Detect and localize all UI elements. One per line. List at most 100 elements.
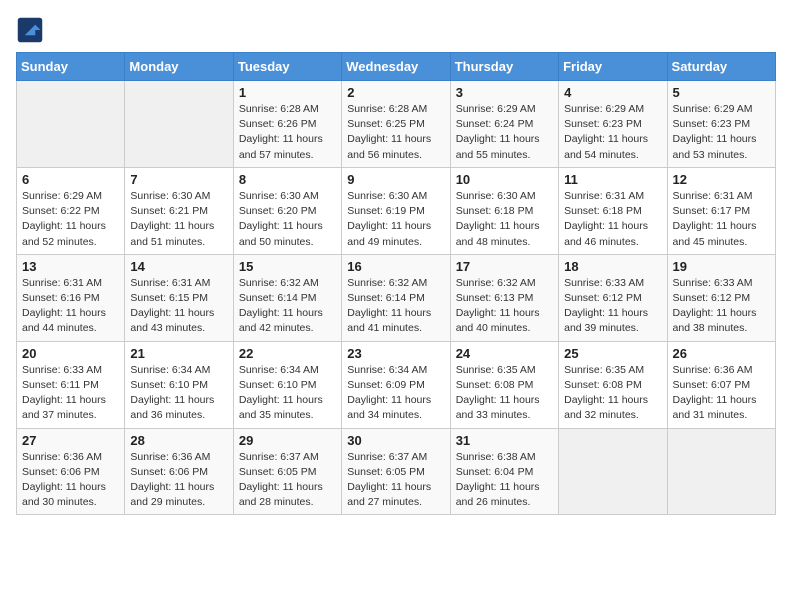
day-number: 22 — [239, 346, 336, 361]
day-number: 4 — [564, 85, 661, 100]
day-number: 12 — [673, 172, 770, 187]
calendar-cell: 16 Sunrise: 6:32 AMSunset: 6:14 PMDayligh… — [342, 254, 450, 341]
day-header-monday: Monday — [125, 53, 233, 81]
day-number: 1 — [239, 85, 336, 100]
day-number: 3 — [456, 85, 553, 100]
calendar-cell: 4 Sunrise: 6:29 AMSunset: 6:23 PMDaylight… — [559, 81, 667, 168]
day-number: 11 — [564, 172, 661, 187]
calendar-cell: 12Sunrise: 6:31 AMSunset: 6:17 PMDayligh… — [667, 167, 775, 254]
day-number: 26 — [673, 346, 770, 361]
calendar-week-1: 1Sunrise: 6:28 AMSunset: 6:26 PMDaylight… — [17, 81, 776, 168]
calendar-cell: 21Sunrise: 6:34 AMSunset: 6:10 PMDayligh… — [125, 341, 233, 428]
calendar-cell: 19 Sunrise: 6:33 AMSunset: 6:12 PMDayligh… — [667, 254, 775, 341]
day-number: 9 — [347, 172, 444, 187]
page-header — [16, 16, 776, 44]
day-number: 17 — [456, 259, 553, 274]
calendar-cell — [125, 81, 233, 168]
day-number: 28 — [130, 433, 227, 448]
calendar-cell: 11Sunrise: 6:31 AMSunset: 6:18 PMDayligh… — [559, 167, 667, 254]
day-number: 27 — [22, 433, 119, 448]
calendar-cell: 24 Sunrise: 6:35 AMSunset: 6:08 PMDayligh… — [450, 341, 558, 428]
calendar-cell — [17, 81, 125, 168]
day-info: Sunrise: 6:35 AMSunset: 6:08 PMDaylight:… — [456, 363, 553, 424]
day-info: Sunrise: 6:31 AMSunset: 6:15 PMDaylight:… — [130, 276, 227, 337]
calendar-cell: 3 Sunrise: 6:29 AMSunset: 6:24 PMDaylight… — [450, 81, 558, 168]
calendar-cell: 20 Sunrise: 6:33 AMSunset: 6:11 PMDayligh… — [17, 341, 125, 428]
day-number: 18 — [564, 259, 661, 274]
calendar-cell: 13 Sunrise: 6:31 AMSunset: 6:16 PMDayligh… — [17, 254, 125, 341]
calendar-cell: 22 Sunrise: 6:34 AMSunset: 6:10 PMDayligh… — [233, 341, 341, 428]
calendar-cell: 9 Sunrise: 6:30 AMSunset: 6:19 PMDaylight… — [342, 167, 450, 254]
calendar-week-3: 13 Sunrise: 6:31 AMSunset: 6:16 PMDayligh… — [17, 254, 776, 341]
day-info: Sunrise: 6:32 AMSunset: 6:13 PMDaylight:… — [456, 276, 553, 337]
day-info: Sunrise: 6:29 AMSunset: 6:24 PMDaylight:… — [456, 102, 553, 163]
calendar-cell — [559, 428, 667, 515]
calendar-cell: 23 Sunrise: 6:34 AMSunset: 6:09 PMDayligh… — [342, 341, 450, 428]
logo — [16, 16, 48, 44]
day-number: 29 — [239, 433, 336, 448]
day-number: 6 — [22, 172, 119, 187]
day-info: Sunrise: 6:34 AMSunset: 6:10 PMDaylight:… — [130, 363, 227, 424]
day-info: Sunrise: 6:29 AMSunset: 6:23 PMDaylight:… — [673, 102, 770, 163]
calendar-cell: 17 Sunrise: 6:32 AMSunset: 6:13 PMDayligh… — [450, 254, 558, 341]
calendar-table: SundayMondayTuesdayWednesdayThursdayFrid… — [16, 52, 776, 515]
day-number: 5 — [673, 85, 770, 100]
day-number: 14 — [130, 259, 227, 274]
day-info: Sunrise: 6:34 AMSunset: 6:09 PMDaylight:… — [347, 363, 444, 424]
day-info: Sunrise: 6:36 AMSunset: 6:07 PMDaylight:… — [673, 363, 770, 424]
calendar-cell: 27 Sunrise: 6:36 AMSunset: 6:06 PMDayligh… — [17, 428, 125, 515]
day-number: 7 — [130, 172, 227, 187]
calendar-cell — [667, 428, 775, 515]
calendar-cell: 15 Sunrise: 6:32 AMSunset: 6:14 PMDayligh… — [233, 254, 341, 341]
calendar-cell: 7 Sunrise: 6:30 AMSunset: 6:21 PMDaylight… — [125, 167, 233, 254]
day-number: 15 — [239, 259, 336, 274]
day-info: Sunrise: 6:30 AMSunset: 6:21 PMDaylight:… — [130, 189, 227, 250]
day-info: Sunrise: 6:36 AMSunset: 6:06 PMDaylight:… — [22, 450, 119, 511]
day-info: Sunrise: 6:30 AMSunset: 6:18 PMDaylight:… — [456, 189, 553, 250]
calendar-cell: 5 Sunrise: 6:29 AMSunset: 6:23 PMDaylight… — [667, 81, 775, 168]
day-header-saturday: Saturday — [667, 53, 775, 81]
calendar-cell: 6 Sunrise: 6:29 AMSunset: 6:22 PMDaylight… — [17, 167, 125, 254]
day-header-friday: Friday — [559, 53, 667, 81]
calendar-cell: 26 Sunrise: 6:36 AMSunset: 6:07 PMDayligh… — [667, 341, 775, 428]
day-number: 24 — [456, 346, 553, 361]
day-info: Sunrise: 6:30 AMSunset: 6:20 PMDaylight:… — [239, 189, 336, 250]
day-info: Sunrise: 6:30 AMSunset: 6:19 PMDaylight:… — [347, 189, 444, 250]
day-number: 20 — [22, 346, 119, 361]
calendar-cell: 2Sunrise: 6:28 AMSunset: 6:25 PMDaylight… — [342, 81, 450, 168]
calendar-cell: 14 Sunrise: 6:31 AMSunset: 6:15 PMDayligh… — [125, 254, 233, 341]
day-info: Sunrise: 6:29 AMSunset: 6:22 PMDaylight:… — [22, 189, 119, 250]
calendar-week-4: 20 Sunrise: 6:33 AMSunset: 6:11 PMDayligh… — [17, 341, 776, 428]
calendar-cell: 10Sunrise: 6:30 AMSunset: 6:18 PMDayligh… — [450, 167, 558, 254]
day-info: Sunrise: 6:31 AMSunset: 6:16 PMDaylight:… — [22, 276, 119, 337]
calendar-week-5: 27 Sunrise: 6:36 AMSunset: 6:06 PMDayligh… — [17, 428, 776, 515]
day-header-sunday: Sunday — [17, 53, 125, 81]
calendar-cell: 1Sunrise: 6:28 AMSunset: 6:26 PMDaylight… — [233, 81, 341, 168]
calendar-cell: 28 Sunrise: 6:36 AMSunset: 6:06 PMDayligh… — [125, 428, 233, 515]
day-info: Sunrise: 6:32 AMSunset: 6:14 PMDaylight:… — [347, 276, 444, 337]
day-number: 19 — [673, 259, 770, 274]
day-info: Sunrise: 6:38 AMSunset: 6:04 PMDaylight:… — [456, 450, 553, 511]
day-info: Sunrise: 6:37 AMSunset: 6:05 PMDaylight:… — [347, 450, 444, 511]
day-info: Sunrise: 6:29 AMSunset: 6:23 PMDaylight:… — [564, 102, 661, 163]
day-number: 23 — [347, 346, 444, 361]
day-header-thursday: Thursday — [450, 53, 558, 81]
calendar-cell: 31 Sunrise: 6:38 AMSunset: 6:04 PMDayligh… — [450, 428, 558, 515]
day-info: Sunrise: 6:33 AMSunset: 6:12 PMDaylight:… — [673, 276, 770, 337]
day-number: 13 — [22, 259, 119, 274]
day-header-wednesday: Wednesday — [342, 53, 450, 81]
calendar-cell: 29 Sunrise: 6:37 AMSunset: 6:05 PMDayligh… — [233, 428, 341, 515]
day-number: 8 — [239, 172, 336, 187]
day-number: 31 — [456, 433, 553, 448]
calendar-header: SundayMondayTuesdayWednesdayThursdayFrid… — [17, 53, 776, 81]
day-info: Sunrise: 6:37 AMSunset: 6:05 PMDaylight:… — [239, 450, 336, 511]
calendar-cell: 25Sunrise: 6:35 AMSunset: 6:08 PMDayligh… — [559, 341, 667, 428]
day-number: 16 — [347, 259, 444, 274]
calendar-cell: 8 Sunrise: 6:30 AMSunset: 6:20 PMDaylight… — [233, 167, 341, 254]
day-number: 30 — [347, 433, 444, 448]
day-info: Sunrise: 6:33 AMSunset: 6:11 PMDaylight:… — [22, 363, 119, 424]
day-info: Sunrise: 6:36 AMSunset: 6:06 PMDaylight:… — [130, 450, 227, 511]
day-info: Sunrise: 6:28 AMSunset: 6:25 PMDaylight:… — [347, 102, 444, 163]
day-info: Sunrise: 6:34 AMSunset: 6:10 PMDaylight:… — [239, 363, 336, 424]
day-info: Sunrise: 6:32 AMSunset: 6:14 PMDaylight:… — [239, 276, 336, 337]
